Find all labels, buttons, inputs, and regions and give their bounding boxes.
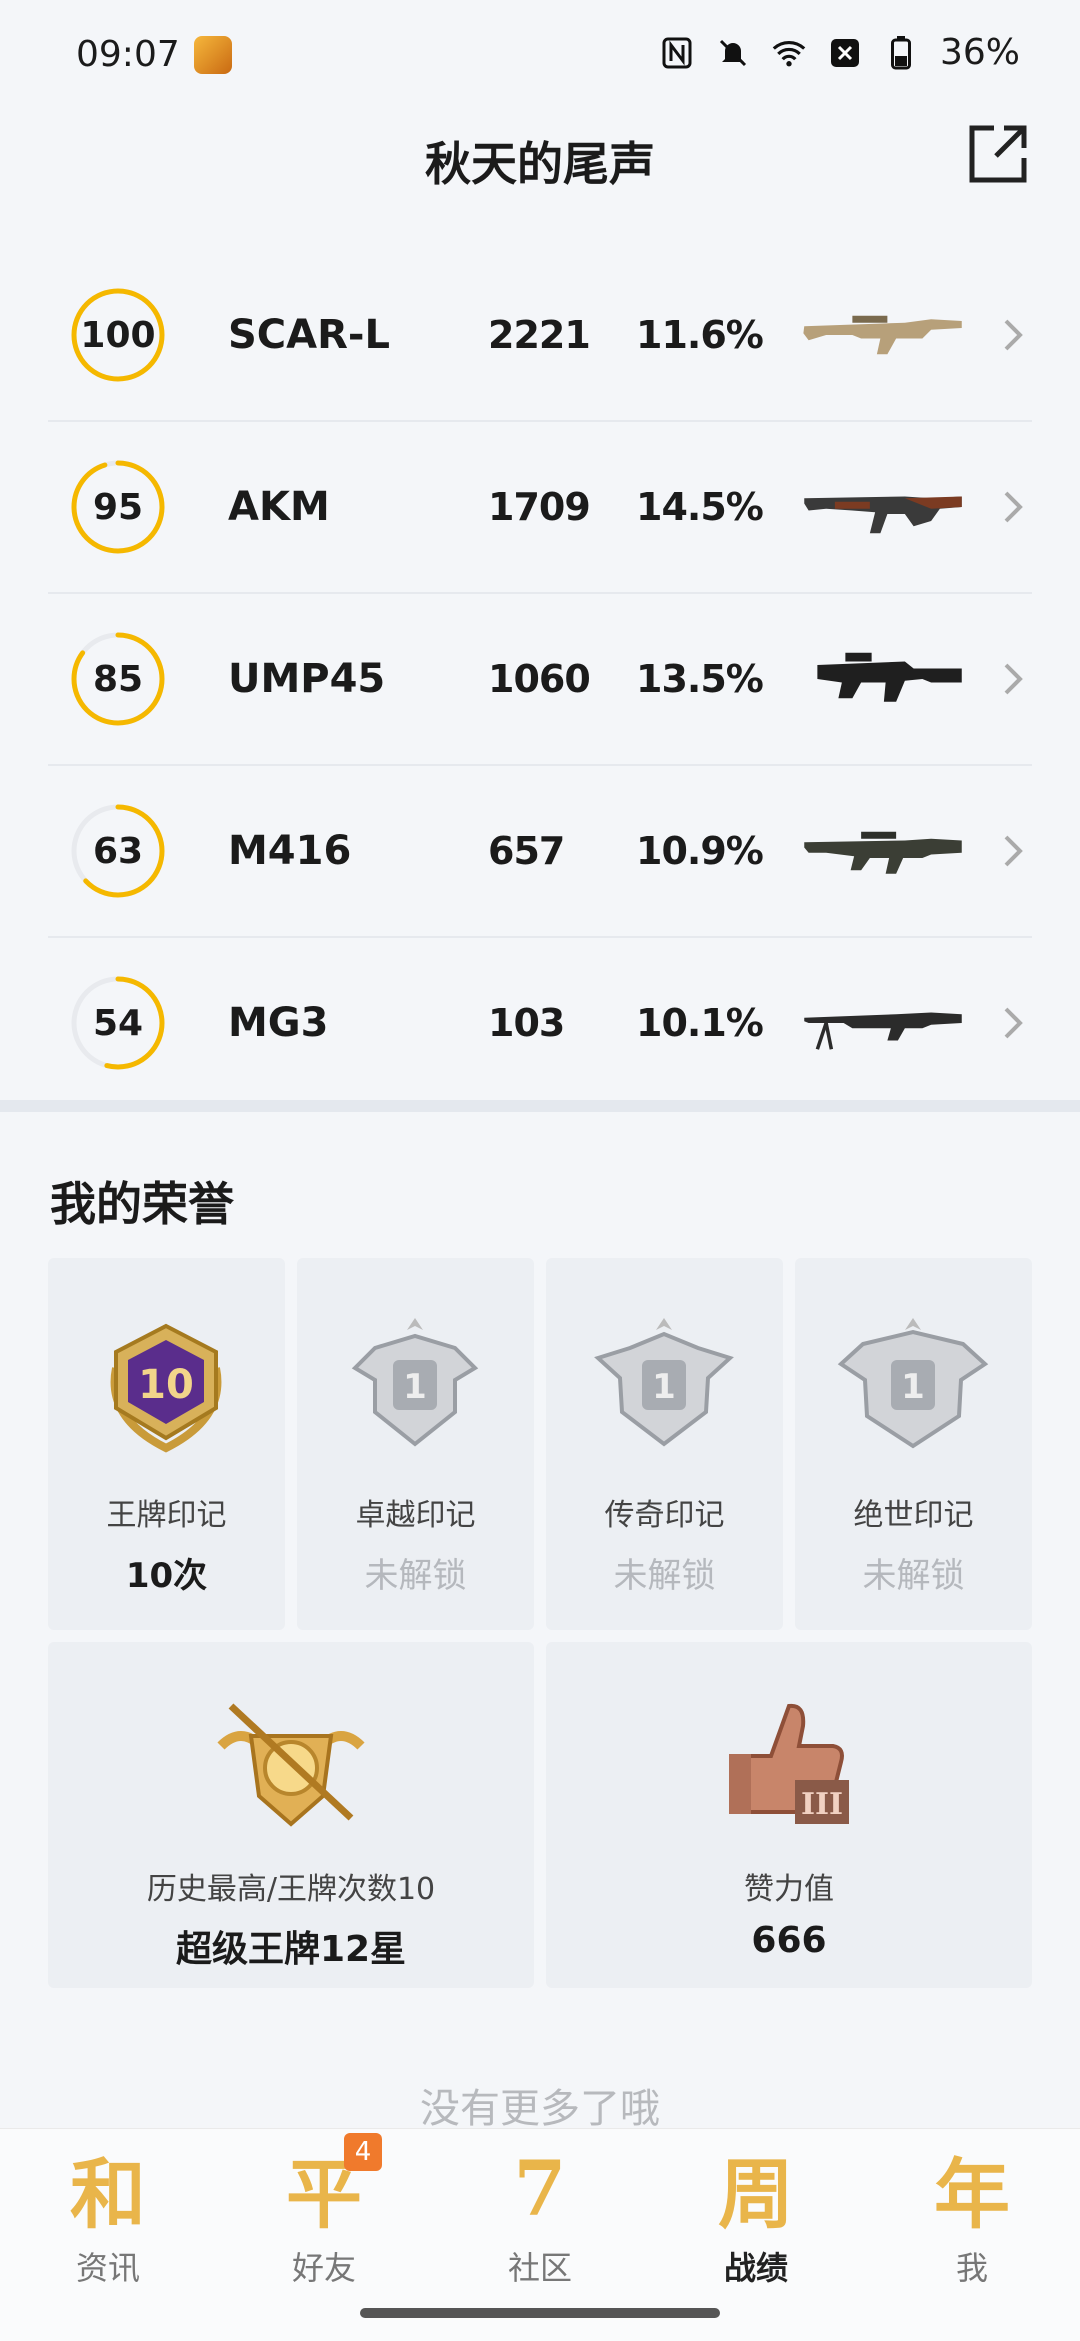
weapon-score: 63 bbox=[92, 830, 144, 872]
weapon-score: 54 bbox=[92, 1002, 144, 1044]
weapon-name: AKM bbox=[228, 484, 330, 530]
weapon-image bbox=[804, 1012, 962, 1050]
medal-label: 卓越印记 bbox=[355, 1498, 476, 1533]
medal-value: 10次 bbox=[125, 1556, 208, 1596]
medal-value: 未解锁 bbox=[364, 1556, 467, 1596]
svg-text:1: 1 bbox=[901, 1367, 925, 1407]
home-indicator[interactable] bbox=[360, 2308, 720, 2318]
medal-card-peerless[interactable]: 1 绝世印记 未解锁 bbox=[795, 1258, 1032, 1630]
weapon-score: 100 bbox=[80, 314, 156, 356]
nav-label: 社区 bbox=[507, 2249, 572, 2287]
weapon-rate: 10.9% bbox=[636, 829, 764, 873]
weapon-row[interactable]: 95 AKM 1709 14.5% bbox=[48, 422, 1032, 594]
weapon-kill-count: 1709 bbox=[488, 485, 591, 529]
peerless-medal-icon: 1 bbox=[837, 1318, 989, 1449]
wifi-icon bbox=[772, 36, 806, 70]
weapon-rate: 11.6% bbox=[636, 313, 764, 357]
weapon-row[interactable]: 54 MG3 103 10.1% bbox=[48, 938, 1032, 1108]
weapon-name: M416 bbox=[228, 828, 352, 874]
battery-percent: 36% bbox=[939, 32, 1020, 73]
nfc-icon bbox=[660, 36, 694, 70]
weapon-name: SCAR-L bbox=[228, 312, 391, 358]
weapon-image bbox=[804, 831, 962, 874]
nav-label: 资讯 bbox=[75, 2249, 140, 2287]
weapon-rate: 14.5% bbox=[636, 485, 764, 529]
stats-icon: 周 bbox=[718, 2150, 794, 2239]
medal-label: 绝世印记 bbox=[853, 1498, 974, 1533]
weapon-name: UMP45 bbox=[228, 656, 386, 702]
weapon-kill-count: 103 bbox=[488, 1001, 565, 1045]
weapon-row[interactable]: 100 SCAR-L 2221 11.6% bbox=[48, 250, 1032, 422]
honor-summary-row: 历史最高/王牌次数10 超级王牌12星 III 赞力值 666 bbox=[48, 1642, 1032, 1988]
legend-medal-icon: 1 bbox=[594, 1318, 734, 1447]
chevron-right-icon bbox=[1004, 1007, 1023, 1039]
community-icon: 7 bbox=[513, 2143, 567, 2233]
medal-grid: 10 王牌印记 10次 1 卓越印记 未解锁 1 传奇印记 未解锁 1 绝世印记… bbox=[48, 1258, 1032, 1630]
medal-label: 王牌印记 bbox=[106, 1498, 227, 1533]
medal-card-ace[interactable]: 10 王牌印记 10次 bbox=[48, 1258, 285, 1630]
medal-value: 未解锁 bbox=[862, 1556, 965, 1596]
rank-value: 超级王牌12星 bbox=[175, 1929, 407, 1970]
weapon-rate: 13.5% bbox=[636, 657, 764, 701]
weapon-list: 100 SCAR-L 2221 11.6% 95 AKM 1709 14.5% 85 UMP45 1… bbox=[48, 250, 1032, 1108]
weapon-score: 95 bbox=[92, 486, 144, 528]
likes-card[interactable]: III 赞力值 666 bbox=[546, 1642, 1032, 1988]
rank-label: 历史最高/王牌次数10 bbox=[146, 1872, 436, 1907]
weapon-row[interactable]: 63 M416 657 10.9% bbox=[48, 766, 1032, 938]
likes-value: 666 bbox=[751, 1920, 827, 1961]
status-time: 09:07 bbox=[76, 34, 180, 75]
likes-label: 赞力值 bbox=[744, 1872, 834, 1907]
external-link-icon bbox=[969, 125, 1027, 183]
notification-badge: 4 bbox=[344, 2133, 382, 2171]
svg-text:1: 1 bbox=[403, 1367, 427, 1407]
weapon-score: 85 bbox=[92, 658, 144, 700]
share-button[interactable] bbox=[966, 122, 1030, 186]
medal-card-excellence[interactable]: 1 卓越印记 未解锁 bbox=[297, 1258, 534, 1630]
svg-text:III: III bbox=[801, 1787, 843, 1822]
medal-card-legend[interactable]: 1 传奇印记 未解锁 bbox=[546, 1258, 783, 1630]
weapon-kill-count: 1060 bbox=[488, 657, 591, 701]
chevron-right-icon bbox=[1004, 491, 1023, 523]
page-header: 秋天的尾声 bbox=[0, 110, 1080, 210]
weapon-kill-count: 2221 bbox=[488, 313, 591, 357]
nav-label: 好友 bbox=[291, 2249, 356, 2287]
medal-value: 未解锁 bbox=[613, 1556, 716, 1596]
section-divider bbox=[0, 1100, 1080, 1112]
nav-item-me[interactable]: 年我 bbox=[864, 2129, 1080, 2341]
chevron-right-icon bbox=[1004, 835, 1023, 867]
news-icon: 和 bbox=[70, 2150, 146, 2239]
no-sim-icon bbox=[828, 36, 862, 70]
end-of-list-text: 没有更多了哦 bbox=[420, 2086, 660, 2132]
nav-label: 战绩 bbox=[723, 2249, 788, 2287]
nav-label: 我 bbox=[955, 2249, 988, 2287]
mute-icon bbox=[716, 36, 750, 70]
rank-card[interactable]: 历史最高/王牌次数10 超级王牌12星 bbox=[48, 1642, 534, 1988]
page-title: 秋天的尾声 bbox=[425, 137, 655, 191]
honor-section-title: 我的荣誉 bbox=[50, 1177, 234, 1231]
svg-text:10: 10 bbox=[138, 1362, 194, 1408]
weapon-row[interactable]: 85 UMP45 1060 13.5% bbox=[48, 594, 1032, 766]
svg-text:1: 1 bbox=[652, 1367, 676, 1407]
weapon-image bbox=[817, 652, 962, 702]
weapon-image bbox=[803, 315, 962, 355]
weapon-kill-count: 657 bbox=[488, 829, 565, 873]
nav-item-news[interactable]: 和资讯 bbox=[0, 2129, 216, 2341]
excellence-medal-icon: 1 bbox=[351, 1318, 479, 1447]
thumbs-up-icon: III bbox=[729, 1703, 849, 1824]
ace-medal-icon: 10 bbox=[110, 1323, 222, 1453]
weapon-image bbox=[804, 496, 962, 534]
status-bar: 09:07 36% bbox=[0, 0, 1080, 110]
status-icons: 36% bbox=[660, 32, 1020, 73]
medal-label: 传奇印记 bbox=[604, 1498, 725, 1533]
chevron-right-icon bbox=[1004, 663, 1023, 695]
chevron-right-icon bbox=[1004, 319, 1023, 351]
battery-icon bbox=[884, 35, 918, 70]
weapon-name: MG3 bbox=[228, 1000, 329, 1046]
rank-badge-icon bbox=[217, 1703, 365, 1827]
app-notification-icon bbox=[194, 36, 232, 74]
weapon-rate: 10.1% bbox=[636, 1001, 764, 1045]
me-icon: 年 bbox=[934, 2150, 1010, 2239]
